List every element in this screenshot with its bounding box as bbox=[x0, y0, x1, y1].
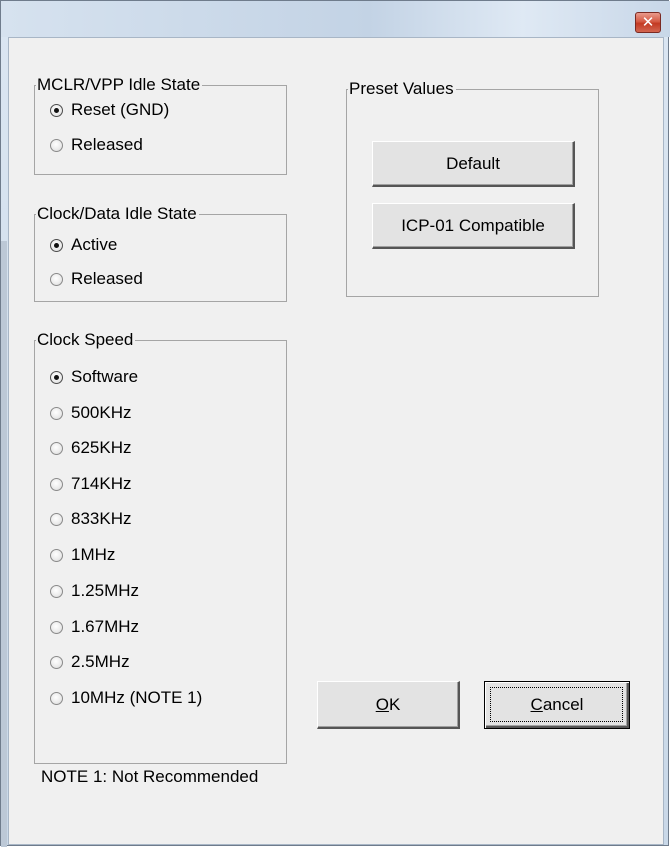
radio-label: Reset (GND) bbox=[71, 100, 170, 119]
cancel-button-label: Cancel bbox=[531, 695, 584, 714]
radio-label: Active bbox=[71, 235, 118, 254]
radio-reset-gnd[interactable]: Reset (GND) bbox=[50, 100, 169, 120]
radio-unchecked-icon[interactable] bbox=[50, 406, 63, 420]
window-edge bbox=[1, 241, 7, 847]
radio-label: 2.5MHz bbox=[71, 652, 130, 671]
radio-unchecked-icon[interactable] bbox=[50, 584, 63, 598]
clock-data-idle-state-group: Clock/Data Idle State Active Released bbox=[34, 204, 287, 302]
radio-625khz[interactable]: 625KHz bbox=[50, 438, 131, 458]
cancel-button[interactable]: Cancel bbox=[484, 681, 630, 729]
preset-values-group-label: Preset Values bbox=[348, 79, 456, 99]
radio-unchecked-icon[interactable] bbox=[50, 655, 63, 669]
radio-unchecked-icon[interactable] bbox=[50, 512, 63, 526]
radio-checked-icon[interactable] bbox=[50, 103, 63, 117]
mclr-vpp-idle-state-group: MCLR/VPP Idle State Reset (GND) Released bbox=[34, 75, 287, 175]
radio-unchecked-icon[interactable] bbox=[50, 477, 63, 491]
radio-checked-icon[interactable] bbox=[50, 238, 63, 252]
radio-checked-icon[interactable] bbox=[50, 370, 63, 384]
clock-data-group-label: Clock/Data Idle State bbox=[36, 204, 199, 224]
radio-2-5mhz[interactable]: 2.5MHz bbox=[50, 652, 130, 672]
note-text: NOTE 1: Not Recommended bbox=[41, 767, 259, 786]
icp-01-button-label: ICP-01 Compatible bbox=[401, 216, 545, 235]
radio-unchecked-icon[interactable] bbox=[50, 272, 63, 286]
radio-label: 833KHz bbox=[71, 509, 132, 528]
ok-button[interactable]: OK bbox=[317, 681, 460, 729]
ok-mnemonic: O bbox=[375, 695, 389, 714]
radio-1mhz[interactable]: 1MHz bbox=[50, 545, 115, 565]
radio-unchecked-icon[interactable] bbox=[50, 691, 63, 705]
radio-label: Released bbox=[71, 269, 143, 288]
radio-label: 10MHz (NOTE 1) bbox=[71, 688, 203, 707]
radio-714khz[interactable]: 714KHz bbox=[50, 474, 131, 494]
dialog-window: ✕ MCLR/VPP Idle State Reset (GND) Releas… bbox=[0, 0, 670, 847]
radio-unchecked-icon[interactable] bbox=[50, 138, 63, 152]
ok-button-label: OK bbox=[376, 695, 401, 714]
radio-label: 500KHz bbox=[71, 403, 132, 422]
cancel-label-rest: ancel bbox=[542, 695, 584, 714]
radio-clock-released[interactable]: Released bbox=[50, 269, 143, 289]
radio-unchecked-icon[interactable] bbox=[50, 548, 63, 562]
clock-speed-group: Clock Speed Software 500KHz 625KHz 714KH… bbox=[34, 330, 287, 764]
mclr-vpp-group-label: MCLR/VPP Idle State bbox=[36, 75, 203, 95]
preset-values-group: Preset Values Default ICP-01 Compatible bbox=[346, 79, 599, 297]
radio-500khz[interactable]: 500KHz bbox=[50, 403, 131, 423]
radio-label: 1.25MHz bbox=[71, 581, 140, 600]
radio-1-25mhz[interactable]: 1.25MHz bbox=[50, 581, 139, 601]
radio-label: Software bbox=[71, 367, 139, 386]
ok-label-rest: K bbox=[388, 695, 401, 714]
radio-unchecked-icon[interactable] bbox=[50, 620, 63, 634]
radio-software[interactable]: Software bbox=[50, 367, 138, 387]
radio-label: 1MHz bbox=[71, 545, 116, 564]
dialog-client-area: MCLR/VPP Idle State Reset (GND) Released… bbox=[8, 37, 664, 845]
default-button-label: Default bbox=[446, 154, 500, 173]
radio-1-67mhz[interactable]: 1.67MHz bbox=[50, 617, 139, 637]
close-icon[interactable]: ✕ bbox=[635, 12, 661, 33]
default-button[interactable]: Default bbox=[372, 141, 575, 187]
radio-label: 714KHz bbox=[71, 474, 132, 493]
radio-label: 625KHz bbox=[71, 438, 132, 457]
clock-speed-group-label: Clock Speed bbox=[36, 330, 136, 350]
radio-label: Released bbox=[71, 135, 143, 154]
icp-01-compatible-button[interactable]: ICP-01 Compatible bbox=[372, 203, 575, 249]
cancel-mnemonic: C bbox=[530, 695, 543, 714]
radio-833khz[interactable]: 833KHz bbox=[50, 509, 131, 529]
radio-active[interactable]: Active bbox=[50, 235, 117, 255]
radio-label: 1.67MHz bbox=[71, 617, 140, 636]
radio-unchecked-icon[interactable] bbox=[50, 441, 63, 455]
radio-mclr-released[interactable]: Released bbox=[50, 135, 143, 155]
radio-10mhz[interactable]: 10MHz (NOTE 1) bbox=[50, 688, 202, 708]
title-bar[interactable]: ✕ bbox=[1, 1, 670, 37]
